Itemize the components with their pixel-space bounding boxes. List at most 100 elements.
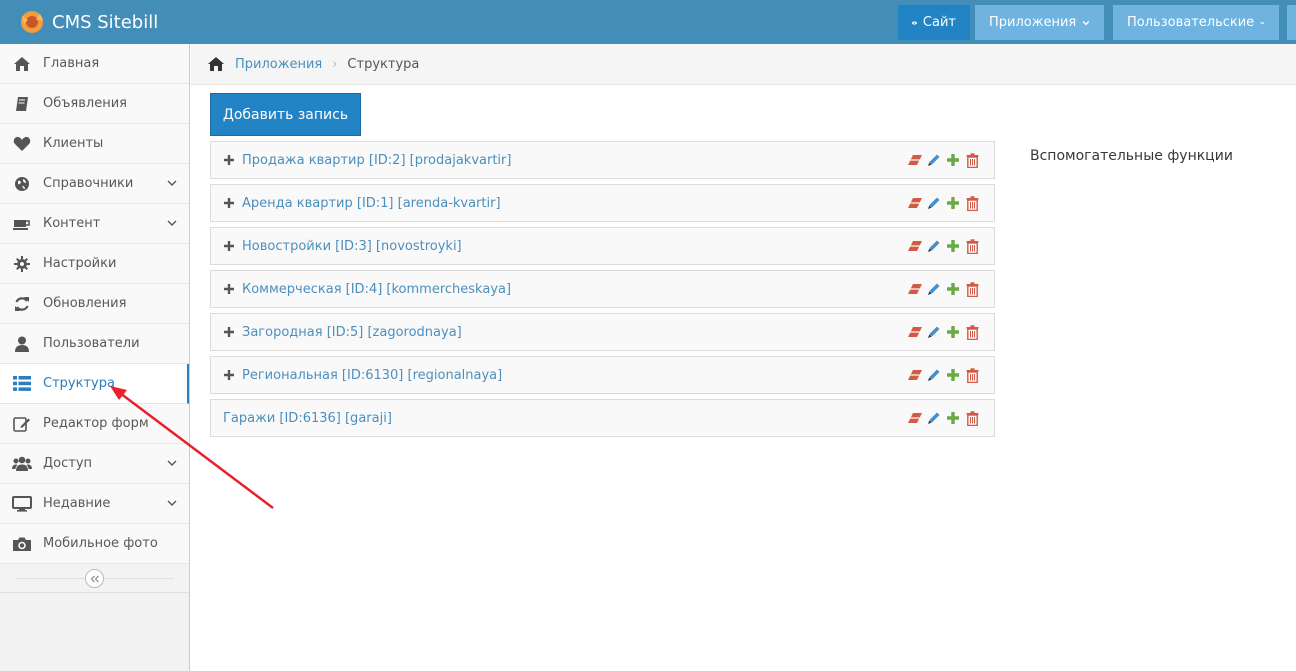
camera-icon [12,535,32,553]
account-menu-button[interactable] [1287,5,1296,40]
tree-row-label[interactable]: Аренда квартир [ID:1] [arenda-kvartir] [242,196,501,211]
tree-row-label[interactable]: Продажа квартир [ID:2] [prodajakvartir] [242,153,511,168]
expand-plus-icon[interactable] [223,326,235,338]
add-child-icon[interactable] [945,324,961,340]
breadcrumb-current: Структура [347,56,420,72]
tree-row-label[interactable]: Гаражи [ID:6136] [garaji] [223,411,392,426]
row-actions [907,324,980,340]
trash-icon[interactable] [964,152,980,168]
expand-plus-icon[interactable] [223,154,235,166]
tree-row[interactable]: Региональная [ID:6130] [regionalnaya] [210,356,995,394]
pencil-icon[interactable] [926,367,942,383]
tree-row-label[interactable]: Коммерческая [ID:4] [kommercheskaya] [242,282,511,297]
sidebar-item-recent[interactable]: Недавние [0,484,189,524]
tree-row[interactable]: Загородная [ID:5] [zagorodnaya] [210,313,995,351]
pencil-icon[interactable] [926,281,942,297]
tree-row-label[interactable]: Загородная [ID:5] [zagorodnaya] [242,325,462,340]
trash-icon[interactable] [964,281,980,297]
sidebar-item-directories[interactable]: Справочники [0,164,189,204]
expand-plus-icon[interactable] [223,197,235,209]
pencil-icon[interactable] [926,238,942,254]
sidebar-item-access[interactable]: Доступ [0,444,189,484]
add-child-icon[interactable] [945,195,961,211]
apps-menu-button[interactable]: Приложения [975,5,1104,40]
tree-row[interactable]: Новостройки [ID:3] [novostroyki] [210,227,995,265]
chevron-down-icon [1082,20,1090,25]
tree-row-label[interactable]: Региональная [ID:6130] [regionalnaya] [242,368,502,383]
sidebar-item-settings[interactable]: Настройки [0,244,189,284]
site-button-label: Сайт [922,15,956,30]
breadcrumb-separator-icon: › [332,56,338,72]
sidebar-item-mobile-photo[interactable]: Мобильное фото [0,524,189,564]
home-icon[interactable] [207,56,225,72]
eraser-icon[interactable] [907,195,923,211]
sidebar-item-clients[interactable]: Клиенты [0,124,189,164]
chevron-down-icon [167,180,177,186]
tree-row[interactable]: Аренда квартир [ID:1] [arenda-kvartir] [210,184,995,222]
sidebar-item-label: Контент [43,216,101,231]
sidebar-item-users[interactable]: Пользователи [0,324,189,364]
sidebar-item-content[interactable]: Контент [0,204,189,244]
sidebar-item-label: Справочники [43,176,134,191]
breadcrumb-link-apps[interactable]: Приложения [235,57,322,72]
heart-icon [12,135,32,153]
eraser-icon[interactable] [907,152,923,168]
trash-icon[interactable] [964,195,980,211]
sidebar-item-label: Клиенты [43,136,104,151]
trash-icon[interactable] [964,324,980,340]
expand-plus-icon[interactable] [223,240,235,252]
coffee-icon [12,215,32,233]
sidebar-item-label: Доступ [43,456,93,471]
chevron-down-icon [1260,21,1265,24]
eraser-icon[interactable] [907,367,923,383]
site-button[interactable]: Сайт [898,5,970,40]
top-navbar: CMS Sitebill Сайт Приложения Пользовател… [0,0,1296,44]
trash-icon[interactable] [964,410,980,426]
tree-row-label[interactable]: Новостройки [ID:3] [novostroyki] [242,239,462,254]
user-menu-button[interactable]: Пользовательские [1113,5,1279,40]
sidebar: Главная Объявления Клиенты Справочники К… [0,44,190,671]
structure-tree: Продажа квартир [ID:2] [prodajakvartir] А… [210,141,995,442]
row-actions [907,410,980,426]
pencil-icon[interactable] [926,410,942,426]
add-child-icon[interactable] [945,281,961,297]
desktop-icon [12,495,32,513]
brand-title: CMS Sitebill [52,11,159,33]
expand-plus-icon[interactable] [223,283,235,295]
eraser-icon[interactable] [907,324,923,340]
sidebar-item-home[interactable]: Главная [0,44,189,84]
eraser-icon[interactable] [907,238,923,254]
trash-icon[interactable] [964,367,980,383]
breadcrumb: Приложения › Структура [191,44,1296,85]
chevron-down-icon [167,460,177,466]
add-child-icon[interactable] [945,367,961,383]
pencil-icon[interactable] [926,152,942,168]
sidebar-item-form-editor[interactable]: Редактор форм [0,404,189,444]
globe-icon [12,175,32,193]
eraser-icon[interactable] [907,281,923,297]
add-child-icon[interactable] [945,410,961,426]
expand-plus-icon[interactable] [223,369,235,381]
trash-icon[interactable] [964,238,980,254]
user-icon [12,335,32,353]
sidebar-collapse-button[interactable] [85,569,104,588]
sidebar-item-label: Структура [43,376,115,391]
sidebar-item-structure[interactable]: Структура [0,364,189,404]
add-child-icon[interactable] [945,238,961,254]
sidebar-item-ads[interactable]: Объявления [0,84,189,124]
sidebar-item-label: Пользователи [43,336,140,351]
tree-row[interactable]: Продажа квартир [ID:2] [prodajakvartir] [210,141,995,179]
row-actions [907,195,980,211]
eraser-icon[interactable] [907,410,923,426]
tree-row[interactable]: Коммерческая [ID:4] [kommercheskaya] [210,270,995,308]
row-actions [907,367,980,383]
add-child-icon[interactable] [945,152,961,168]
tree-row[interactable]: Гаражи [ID:6136] [garaji] [210,399,995,437]
sidebar-item-label: Недавние [43,496,111,511]
pencil-icon[interactable] [926,195,942,211]
sidebar-item-updates[interactable]: Обновления [0,284,189,324]
add-record-button[interactable]: Добавить запись [210,93,361,136]
pencil-icon[interactable] [926,324,942,340]
brand[interactable]: CMS Sitebill [18,0,158,44]
book-icon [12,95,32,113]
